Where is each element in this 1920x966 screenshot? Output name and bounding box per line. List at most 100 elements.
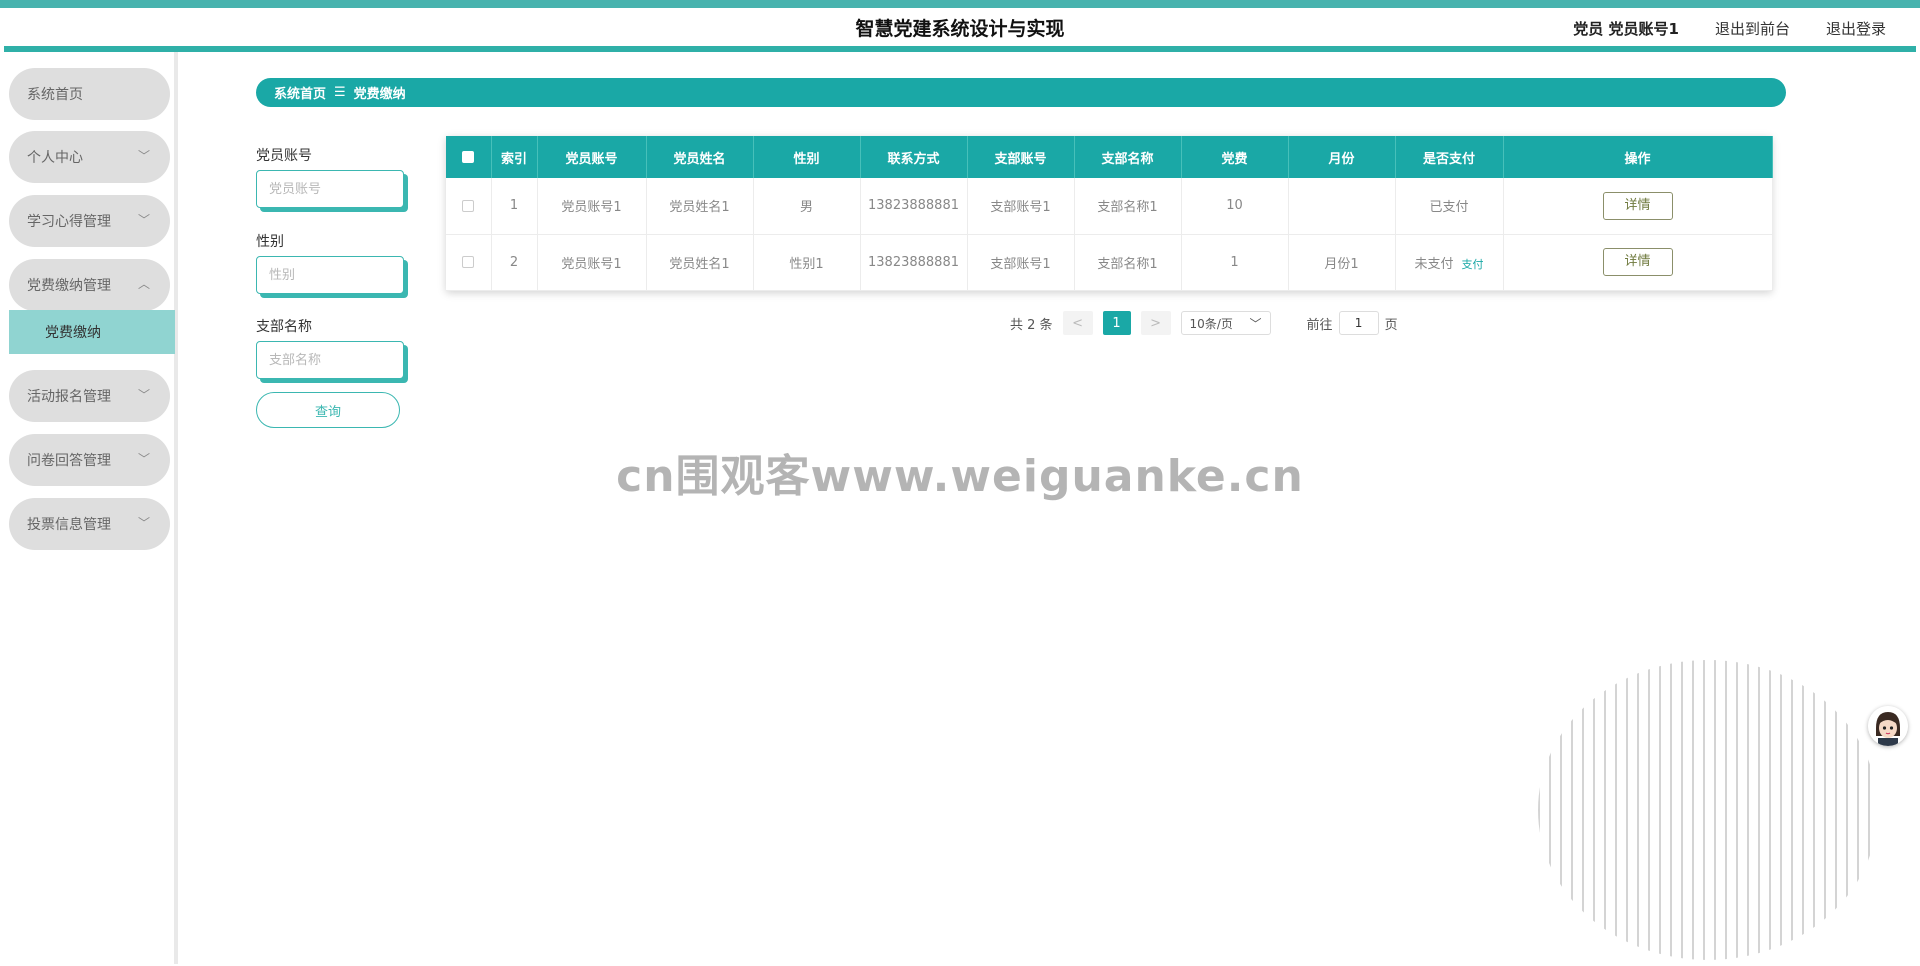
next-page-button[interactable]: > [1140, 311, 1171, 335]
cell-gender: 男 [753, 178, 861, 235]
detail-button[interactable]: 详情 [1602, 191, 1673, 220]
table-row: 1 党员账号1 党员姓名1 男 13823888881 支部账号1 支部名称1 … [446, 178, 1773, 235]
cell-index: 2 [491, 234, 538, 291]
sidebar-subitem-fee-payment[interactable]: 党费缴纳 [9, 310, 175, 354]
gender-filter-label: 性别 [256, 234, 284, 250]
column-header: 支部账号 [967, 136, 1075, 178]
pay-link[interactable]: 支付 [1462, 258, 1484, 271]
cell-account: 党员账号1 [537, 234, 647, 291]
column-header: 支部名称 [1074, 136, 1182, 178]
cell-fee: 1 [1181, 234, 1289, 291]
detail-button[interactable]: 详情 [1602, 248, 1673, 276]
account-filter-input[interactable] [256, 170, 404, 208]
chevron-down-icon: ﹀ [1249, 316, 1262, 331]
column-header: 索引 [491, 136, 538, 178]
sidebar-item-label: 活动报名管理 [27, 389, 111, 405]
sidebar-item-personal-center[interactable]: 个人中心 ﹀ [9, 131, 170, 183]
row-checkbox[interactable] [462, 199, 475, 212]
page-size-select[interactable]: 10条/页 ﹀ [1180, 311, 1271, 335]
goto-page-input[interactable] [1338, 311, 1379, 335]
chevron-down-icon: ﹀ [137, 149, 150, 163]
decorative-striped-circle [1538, 660, 1878, 960]
column-header: 操作 [1503, 136, 1773, 178]
breadcrumb-current: 党费缴纳 [353, 87, 406, 102]
breadcrumb-home[interactable]: 系统首页 [274, 83, 326, 102]
branch-filter-label: 支部名称 [256, 319, 312, 335]
sidebar-item-activity-signup[interactable]: 活动报名管理 ﹀ [9, 370, 170, 422]
cell-branch-name: 支部名称1 [1074, 234, 1182, 291]
select-all-checkbox[interactable] [462, 151, 475, 163]
cell-name: 党员姓名1 [646, 178, 754, 235]
branch-filter-input[interactable] [256, 341, 404, 379]
cell-index: 1 [491, 178, 538, 235]
sidebar-item-fee-management[interactable]: 党费缴纳管理 ︿ [9, 259, 170, 311]
cell-branch-account: 支部账号1 [967, 234, 1075, 291]
current-user-label: 党员 党员账号1 [1573, 20, 1679, 38]
sidebar-item-label: 系统首页 [27, 87, 83, 103]
breadcrumb-separator-icon: ☰ [334, 85, 346, 100]
cell-phone: 13823888881 [860, 178, 968, 235]
sidebar-item-home[interactable]: 系统首页 [9, 68, 170, 120]
page-suffix: 页 [1384, 317, 1398, 333]
pagination-total: 共 2 条 [1010, 317, 1053, 333]
cell-actions: 详情 [1503, 234, 1773, 291]
header: 智慧党建系统设计与实现 党员 党员账号1 退出到前台 退出登录 [4, 8, 1916, 52]
cell-name: 党员姓名1 [646, 234, 754, 291]
top-stripe [0, 0, 1920, 8]
cell-phone: 13823888881 [860, 234, 968, 291]
column-header: 党员账号 [537, 136, 647, 178]
cell-branch-name: 支部名称1 [1074, 178, 1182, 235]
sidebar-item-label: 投票信息管理 [27, 517, 111, 533]
column-header: 党员姓名 [646, 136, 754, 178]
column-header: 联系方式 [860, 136, 968, 178]
row-select-cell[interactable] [446, 234, 492, 291]
column-header: 性别 [753, 136, 861, 178]
column-header: 党费 [1181, 136, 1289, 178]
page-number-button[interactable]: 1 [1102, 311, 1131, 335]
sidebar-item-label: 学习心得管理 [27, 214, 111, 230]
account-filter-label: 党员账号 [256, 148, 312, 164]
pagination: 共 2 条 < 1 > 10条/页 ﹀ 前往 页 [1010, 310, 1398, 336]
table-row: 2 党员账号1 党员姓名1 性别1 13823888881 支部账号1 支部名称… [446, 234, 1773, 291]
logout-link[interactable]: 退出登录 [1826, 18, 1886, 39]
fee-table: 索引 党员账号 党员姓名 性别 联系方式 支部账号 支部名称 党费 月份 是否支… [446, 136, 1773, 291]
column-header: 月份 [1288, 136, 1396, 178]
goto-label: 前往 [1306, 317, 1333, 333]
sidebar-subitem-label: 党费缴纳 [45, 325, 101, 341]
page-jump: 前往 页 [1307, 311, 1398, 335]
cell-paid-status: 未支付 支付 [1395, 234, 1504, 291]
breadcrumb: 系统首页 ☰ 党费缴纳 [256, 78, 1786, 107]
column-header: 是否支付 [1395, 136, 1504, 178]
cell-paid-status: 已支付 [1395, 178, 1504, 235]
header-actions: 党员 党员账号1 退出到前台 退出登录 [1573, 18, 1886, 39]
cell-month [1288, 178, 1396, 235]
paid-status-text: 未支付 [1414, 256, 1454, 272]
cell-account: 党员账号1 [537, 178, 647, 235]
sidebar: 系统首页 个人中心 ﹀ 学习心得管理 ﹀ 党费缴纳管理 ︿ 党费缴纳 活动报名管… [4, 52, 178, 964]
cell-branch-account: 支部账号1 [967, 178, 1075, 235]
prev-page-button[interactable]: < [1062, 311, 1093, 335]
select-all-cell[interactable] [446, 136, 492, 178]
cell-month: 月份1 [1288, 234, 1396, 291]
row-checkbox[interactable] [462, 256, 475, 268]
chevron-down-icon: ﹀ [137, 388, 150, 402]
sidebar-item-vote-info[interactable]: 投票信息管理 ﹀ [9, 498, 170, 550]
cell-actions: 详情 [1503, 178, 1773, 235]
cell-gender: 性别1 [753, 234, 861, 291]
sidebar-item-label: 党费缴纳管理 [27, 278, 111, 294]
row-select-cell[interactable] [446, 178, 492, 235]
watermark-text: cn围观客www.weiguanke.cn [616, 451, 1304, 502]
table-header-row: 索引 党员账号 党员姓名 性别 联系方式 支部账号 支部名称 党费 月份 是否支… [446, 136, 1773, 178]
gender-filter-input[interactable] [256, 256, 404, 294]
sidebar-item-study-notes[interactable]: 学习心得管理 ﹀ [9, 195, 170, 247]
cell-fee: 10 [1181, 178, 1289, 235]
query-button[interactable]: 查询 [256, 392, 400, 428]
paid-status-text: 已支付 [1429, 200, 1469, 216]
back-to-front-link[interactable]: 退出到前台 [1715, 18, 1790, 39]
chevron-down-icon: ﹀ [137, 213, 150, 227]
page-size-value: 10条/页 [1189, 316, 1233, 331]
chevron-up-icon: ︿ [137, 277, 150, 291]
chevron-down-icon: ﹀ [137, 516, 150, 530]
sidebar-item-label: 个人中心 [27, 150, 83, 166]
assistant-avatar-icon[interactable] [1868, 706, 1908, 746]
